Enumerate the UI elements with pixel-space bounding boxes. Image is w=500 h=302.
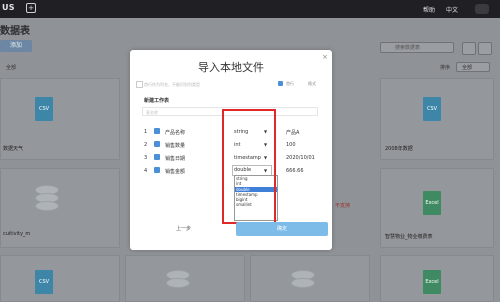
dialog-title: 导入本地文件 xyxy=(198,61,264,74)
page-title: 数据表 xyxy=(0,26,30,37)
database-icon xyxy=(166,270,190,296)
warning-text: 不支持 xyxy=(335,203,351,209)
language-switch[interactable]: 中文 xyxy=(446,5,458,14)
sample-value: 666.66 xyxy=(286,168,304,174)
add-datasource-button[interactable]: 添加 xyxy=(0,40,32,52)
column-name: 产品名称 xyxy=(165,130,186,136)
row-index: 2 xyxy=(144,142,148,148)
brand-logo: US xyxy=(2,3,15,12)
excel-file-icon: Excel xyxy=(423,191,441,215)
first-row-checkbox[interactable] xyxy=(278,81,283,86)
column-checkbox[interactable] xyxy=(154,128,160,134)
datasource-card[interactable]: CSV xyxy=(0,255,120,302)
row-index: 1 xyxy=(144,129,148,135)
column-name: 销售金额 xyxy=(165,169,186,175)
grid-view-icon[interactable] xyxy=(462,42,476,55)
new-sheet-title: 新建工作表 xyxy=(144,98,170,104)
datasource-card[interactable] xyxy=(125,255,245,302)
top-bar: US + 帮助 中文 xyxy=(0,0,500,18)
format-label: 格式 xyxy=(308,81,316,86)
sort-select[interactable]: 全部 xyxy=(456,62,490,72)
sample-value: 100 xyxy=(286,142,296,148)
sort-label: 排序 xyxy=(440,65,451,71)
card-label: 智慧物业_物业缴费表 xyxy=(385,234,433,240)
first-row-label: 首行 xyxy=(286,81,294,86)
row-index: 3 xyxy=(144,155,148,161)
highlight-box xyxy=(222,109,276,224)
column-checkbox[interactable] xyxy=(154,154,160,160)
header-row-checkbox[interactable] xyxy=(136,81,143,88)
column-name: 销售日期 xyxy=(165,156,186,162)
list-view-icon[interactable] xyxy=(478,42,492,55)
import-tip: 首行作为列名，不能识别列类型 xyxy=(144,82,200,87)
filter-all[interactable]: 全部 xyxy=(6,64,16,71)
datasource-card[interactable]: cuitivity_m xyxy=(0,168,120,248)
sample-value: 2020/10/01 xyxy=(286,155,315,161)
card-label: 2008年数据 xyxy=(385,146,413,152)
help-link[interactable]: 帮助 xyxy=(423,5,435,14)
user-avatar[interactable] xyxy=(475,4,489,14)
close-icon[interactable]: × xyxy=(322,53,328,61)
import-local-file-dialog: 导入本地文件 × 首行作为列名，不能识别列类型 首行 格式 新建工作表 表名称 … xyxy=(130,50,332,250)
sample-value: 产品A xyxy=(286,130,300,136)
card-label: cuitivity_m xyxy=(3,231,31,237)
add-tab-button[interactable]: + xyxy=(26,3,36,13)
column-checkbox[interactable] xyxy=(154,141,160,147)
csv-file-icon: CSV xyxy=(35,97,53,121)
column-name: 销售数量 xyxy=(165,143,186,149)
previous-step-button[interactable]: 上一步 xyxy=(176,225,191,232)
excel-file-icon: Excel xyxy=(423,270,441,294)
datasource-card[interactable]: Excel 智慧物业_物业缴费表 xyxy=(380,168,494,248)
column-checkbox[interactable] xyxy=(154,167,160,173)
card-label: 数据天气 xyxy=(3,146,24,152)
datasource-card[interactable] xyxy=(250,255,370,302)
csv-file-icon: CSV xyxy=(423,97,441,121)
search-input[interactable]: 搜索数据表 xyxy=(380,42,454,53)
row-index: 4 xyxy=(144,168,148,174)
datasource-card[interactable]: CSV 2008年数据 xyxy=(380,78,494,160)
database-icon xyxy=(291,270,315,296)
database-icon xyxy=(35,185,59,211)
datasource-card[interactable]: Excel xyxy=(380,255,494,302)
datasource-card[interactable]: CSV 数据天气 xyxy=(0,78,120,160)
confirm-button[interactable]: 确定 xyxy=(236,222,328,236)
csv-file-icon: CSV xyxy=(35,270,53,294)
